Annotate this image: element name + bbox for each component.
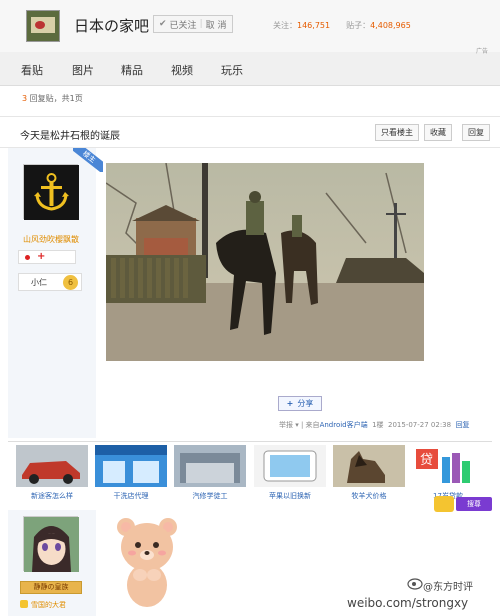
tab-posts[interactable]: 看贴 [21,62,43,78]
thread-title: 今天是松井石根的诞辰 [20,131,120,142]
dog-ad-image [333,445,405,487]
ad-item[interactable]: 牧羊犬价格 [333,445,405,501]
author-name[interactable]: 山风劲吹樱飘散 [23,234,79,245]
report-link[interactable]: 举报 [279,421,293,429]
unfollow-link[interactable]: 取 消 [206,18,227,31]
ad-tag: 广告 [476,48,489,55]
share-button[interactable]: + 分享 [278,396,322,411]
follow-label: 已关注 [169,20,197,31]
car-ad-image [16,445,88,487]
bear-sticker [117,518,177,607]
loan-ad-image: 贷 [412,445,484,487]
tab-videos[interactable]: 视频 [171,62,193,78]
reply-info-text: 回复贴，共1页 [27,94,83,103]
reply-button[interactable]: 回复 [462,124,490,141]
forum-logo[interactable] [26,10,60,42]
ad-caption[interactable]: 干洗店代理 [95,491,167,501]
weibo-icon [407,578,423,590]
phone-ad-image [254,445,326,487]
ad-caption[interactable]: 新途客怎么样 [16,491,88,501]
forum-title[interactable]: 日本の家吧 [74,15,149,36]
watermark-handle: @东方时评 [423,582,473,593]
anime-avatar-icon [24,517,79,572]
posts-count: 4,408,965 [370,21,411,30]
check-icon: ✔ [159,19,167,29]
avatar[interactable] [23,516,79,572]
ad-caption[interactable]: 牧羊犬价格 [333,491,405,501]
ad-caption[interactable]: 苹果以旧换新 [254,491,326,501]
reply-info: 3 回复贴，共1页 [22,93,83,104]
member-icon [20,600,28,608]
forum-nav: 看贴 图片 精品 视频 玩乐 [0,52,500,86]
followers-label: 关注： [273,21,297,30]
ad-item[interactable]: 新途客怎么样 [16,445,88,501]
avatar[interactable] [23,164,79,220]
level-label: 小仁 [31,278,47,287]
level-number: 6 [63,275,78,290]
garage-ad-image [174,445,246,487]
anchor-icon [24,165,79,220]
flag-row: + [18,250,76,264]
share-label: 分享 [297,399,314,408]
follow-button[interactable]: ✔ 已关注 | 取 消 [153,15,233,33]
post-image[interactable] [106,163,424,361]
client-link[interactable]: Android客户端 [320,421,368,429]
watermark-url: weibo.com/strongxy [347,596,469,610]
shop-ad-image [95,445,167,487]
source-text: | 来自 [300,421,320,429]
forum-header: 日本の家吧 ✔ 已关注 | 取 消 关注：146,751 贴子：4,408,965 [0,0,500,52]
svg-text:贷: 贷 [420,453,433,468]
plus-icon: + [286,399,294,408]
floor-number: 1楼 [372,421,384,429]
tab-fun[interactable]: 玩乐 [221,62,243,78]
author-name[interactable]: 雪国的大君 [20,600,66,610]
only-op-button[interactable]: 只看楼主 [375,124,419,141]
thread-bar: 今天是松井石根的诞辰 只看楼主 收藏 回复 [0,116,500,148]
tab-images[interactable]: 图片 [72,62,94,78]
followers-count: 146,751 [297,21,331,30]
ad-caption[interactable]: 汽修学徒工 [174,491,246,501]
japan-flag-icon [25,255,30,260]
posts-label: 贴子： [346,21,371,30]
tab-featured[interactable]: 精品 [121,62,143,78]
post-reply-link[interactable]: 回复 [456,421,470,429]
level-badge[interactable]: 小仁 6 [18,273,82,291]
ad-item[interactable]: 贷 17岁贷款 [412,445,484,501]
ad-item[interactable]: 干洗店代理 [95,445,167,501]
ad-item[interactable]: 汽修学徒工 [174,445,246,501]
forum-stats: 关注：146,751 贴子：4,408,965 [273,20,411,31]
separator: | [199,19,203,29]
weibo-watermark: @东方时评 weibo.com/strongxy [347,574,497,614]
search-chip[interactable]: 搜尊 [456,497,492,511]
post-timestamp: 2015-07-27 02:38 [388,421,452,429]
name-badge: 静静の皇族 [20,581,82,594]
red-cross-icon: + [37,251,46,262]
favorite-button[interactable]: 收藏 [424,124,452,141]
ad-item[interactable]: 苹果以旧换新 [254,445,326,501]
post-meta: 举报 ▾ | 来自Android客户端 1楼 2015-07-27 02:38 … [279,421,470,429]
